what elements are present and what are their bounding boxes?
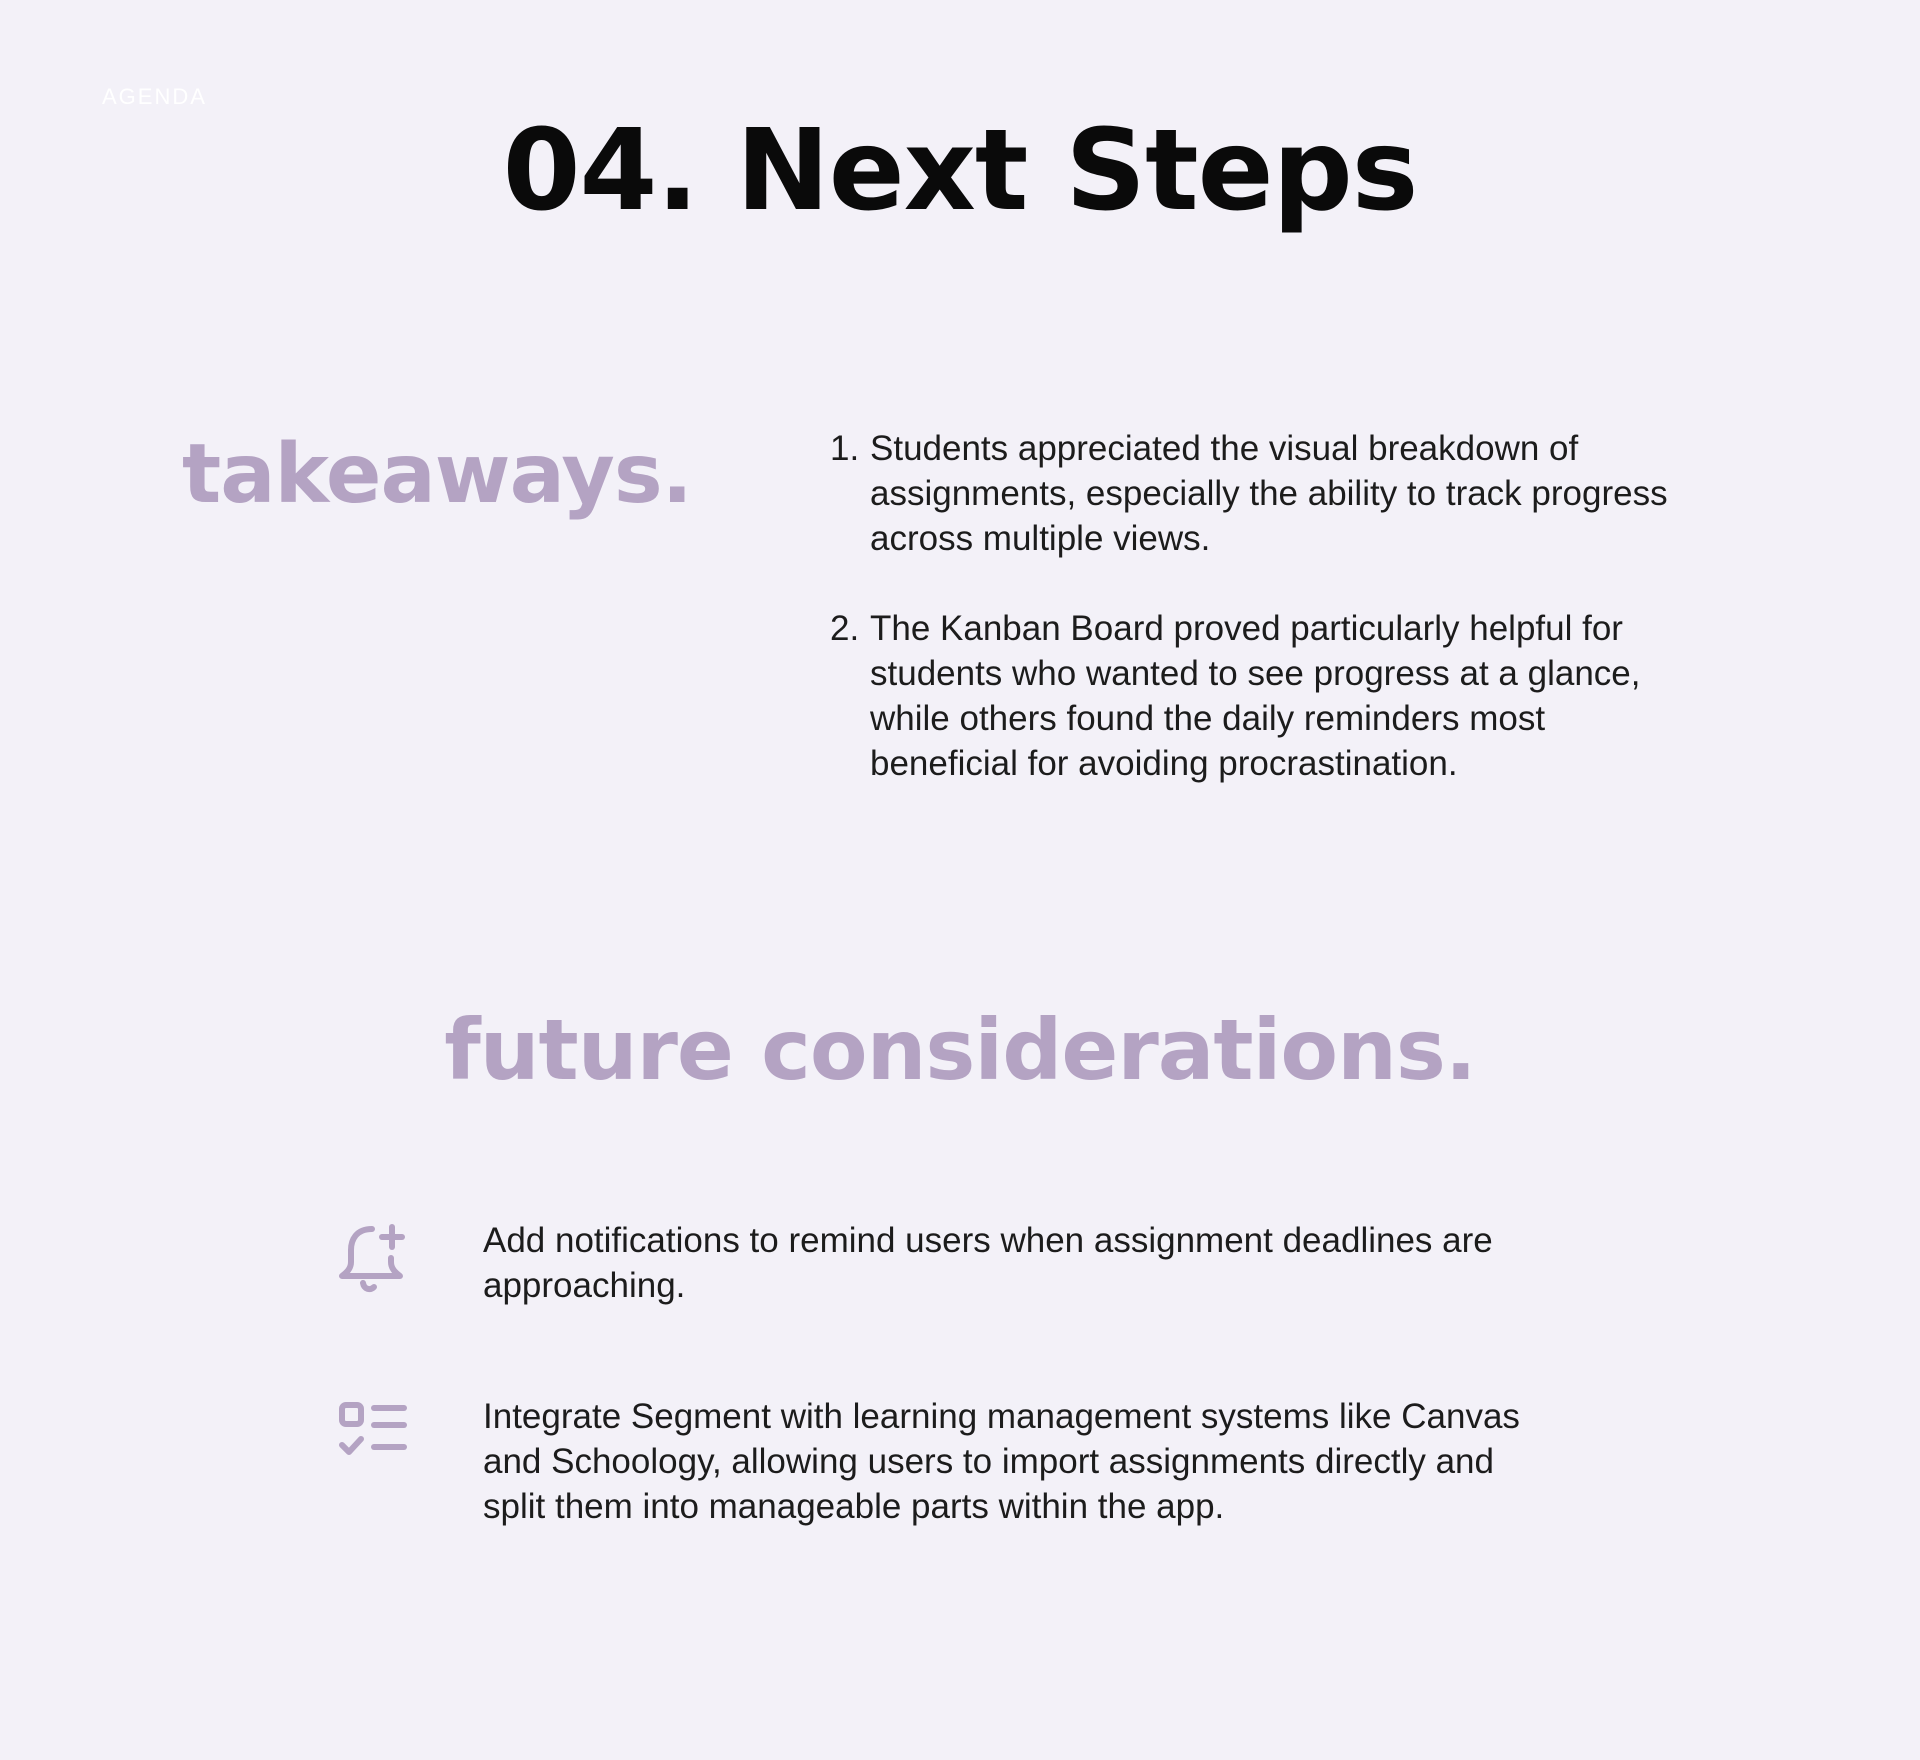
takeaways-list: 1. Students appreciated the visual break… bbox=[830, 426, 1690, 831]
takeaway-item: 2. The Kanban Board proved particularly … bbox=[830, 606, 1690, 786]
consideration-text: Add notifications to remind users when a… bbox=[483, 1221, 1493, 1305]
agenda-label: AGENDA bbox=[102, 84, 207, 109]
takeaway-item: 1. Students appreciated the visual break… bbox=[830, 426, 1690, 561]
checklist-icon bbox=[330, 1394, 412, 1476]
takeaway-number: 2. bbox=[830, 609, 860, 648]
future-considerations-heading: future considerations. bbox=[444, 1001, 1477, 1099]
takeaways-heading: takeaways. bbox=[182, 427, 693, 522]
takeaway-number: 1. bbox=[830, 429, 860, 468]
takeaway-text: The Kanban Board proved particularly hel… bbox=[870, 609, 1641, 783]
consideration-text: Integrate Segment with learning manageme… bbox=[483, 1397, 1520, 1526]
page-title: 04. Next Steps bbox=[502, 106, 1419, 236]
bell-plus-icon bbox=[330, 1218, 412, 1300]
takeaway-text: Students appreciated the visual breakdow… bbox=[870, 429, 1668, 558]
